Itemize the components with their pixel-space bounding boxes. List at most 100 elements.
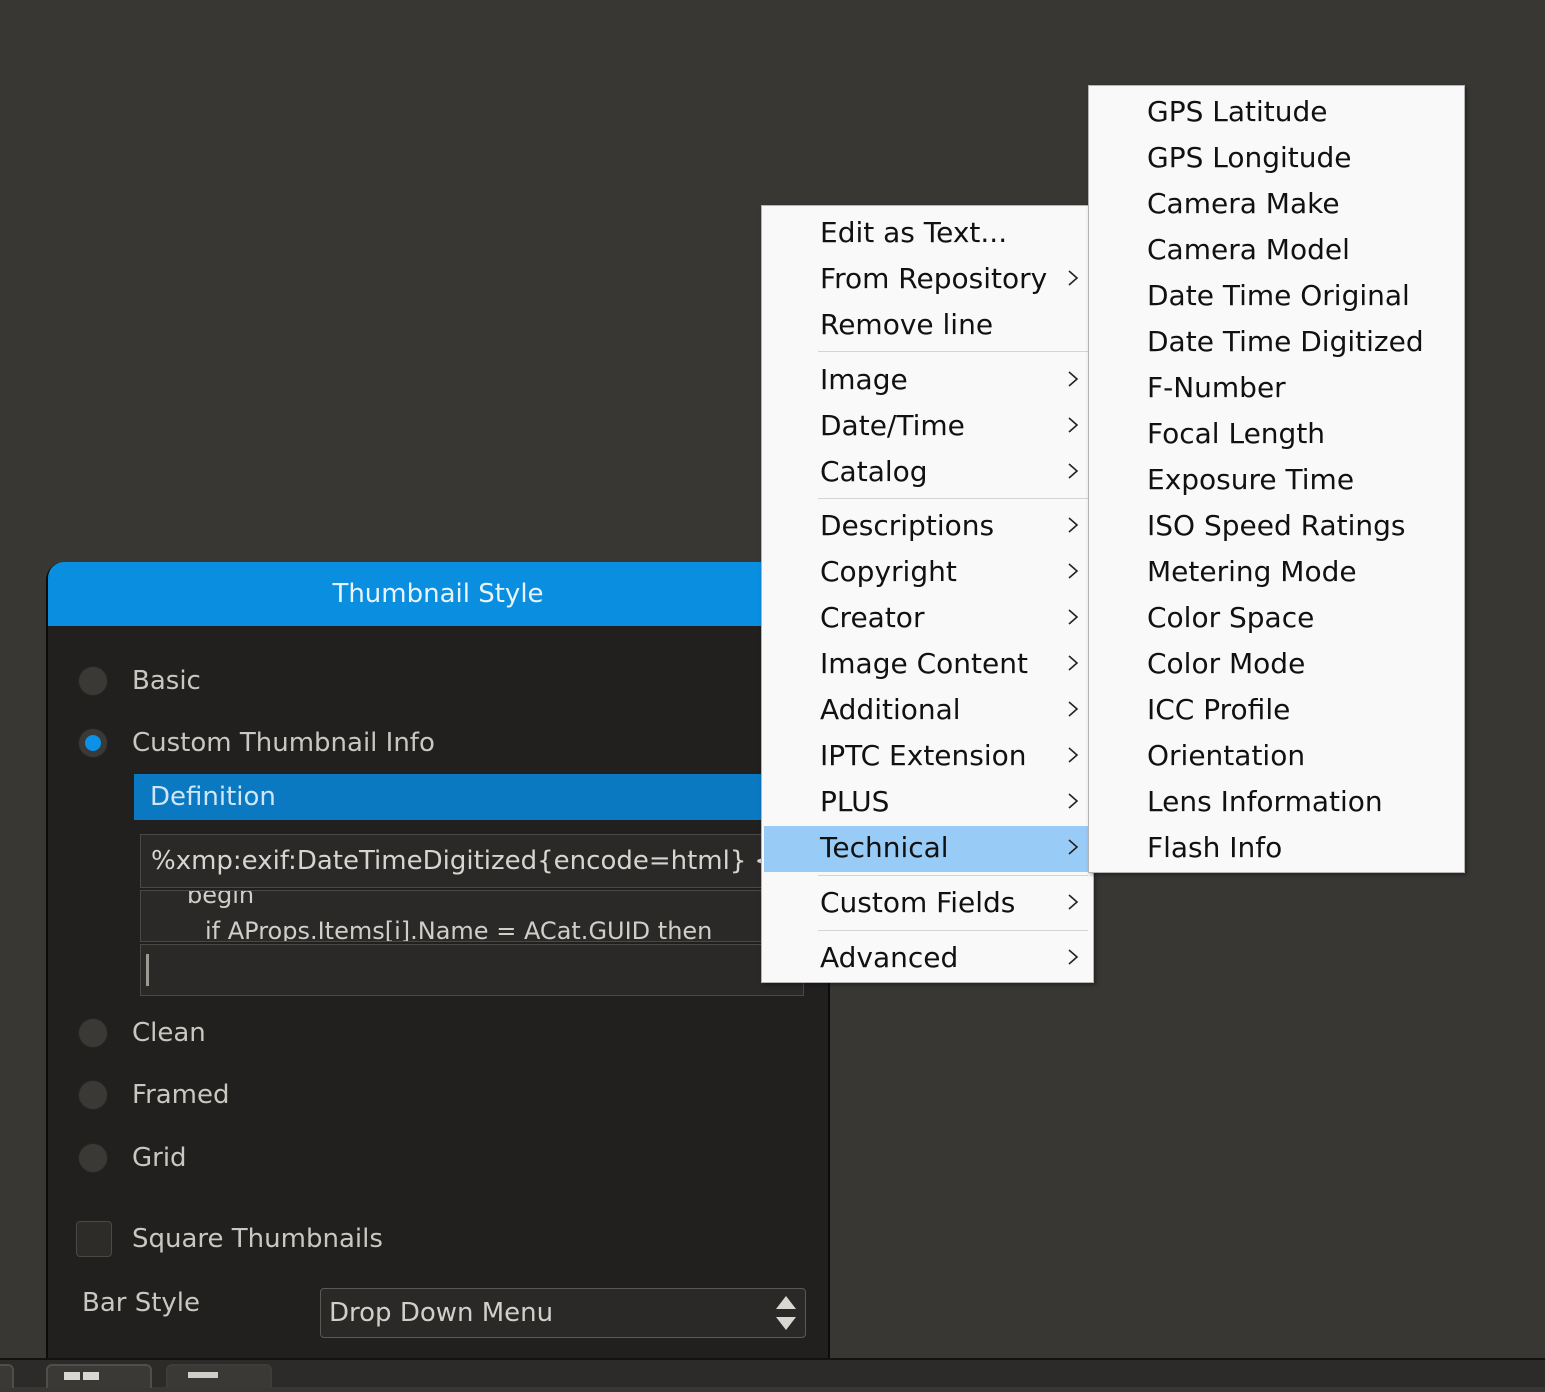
chevron-right-icon bbox=[1068, 793, 1079, 809]
chevron-right-icon bbox=[1068, 701, 1079, 717]
submenu-item-exposure-time[interactable]: Exposure Time bbox=[1147, 463, 1354, 496]
submenu-item-date-time-original[interactable]: Date Time Original bbox=[1147, 279, 1410, 312]
chevron-right-icon bbox=[1068, 270, 1079, 286]
bottom-toolbar bbox=[0, 1358, 1545, 1388]
chevron-right-icon bbox=[1068, 655, 1079, 671]
menu-separator bbox=[818, 875, 1088, 876]
submenu-item-color-mode[interactable]: Color Mode bbox=[1147, 647, 1305, 680]
menu-item-image[interactable]: Image bbox=[764, 358, 1089, 404]
submenu-item-flash-info[interactable]: Flash Info bbox=[1147, 831, 1282, 864]
menu-item-date-time[interactable]: Date/Time bbox=[764, 404, 1089, 450]
code-line: begin bbox=[187, 890, 255, 909]
chevron-right-icon bbox=[1068, 463, 1079, 479]
toolbar-tab-list[interactable] bbox=[166, 1364, 272, 1388]
radio-button-selected[interactable] bbox=[78, 728, 108, 758]
definition-code-preview[interactable]: begin if AProps.Items[i].Name = ACat.GUI… bbox=[140, 890, 804, 942]
menu-item-label: Additional bbox=[820, 693, 961, 726]
menu-item-advanced[interactable]: Advanced bbox=[764, 936, 1089, 982]
toolbar-tab[interactable] bbox=[0, 1364, 14, 1388]
menu-item-label: Custom Fields bbox=[820, 886, 1016, 919]
submenu-item-color-space[interactable]: Color Space bbox=[1147, 601, 1314, 634]
submenu-item-camera-model[interactable]: Camera Model bbox=[1147, 233, 1350, 266]
submenu-item-date-time-digitized[interactable]: Date Time Digitized bbox=[1147, 325, 1424, 358]
menu-item-label: Image Content bbox=[820, 647, 1028, 680]
submenu-item-gps-latitude[interactable]: GPS Latitude bbox=[1147, 95, 1328, 128]
context-menu: Edit as Text... From Repository Remove l… bbox=[761, 205, 1094, 983]
code-line: if AProps.Items[i].Name = ACat.GUID then bbox=[205, 917, 713, 942]
menu-item-label: Creator bbox=[820, 601, 925, 634]
menu-separator bbox=[818, 351, 1088, 352]
menu-item-label: Image bbox=[820, 363, 908, 396]
chevron-right-icon bbox=[1068, 417, 1079, 433]
style-option-basic[interactable]: Basic bbox=[78, 663, 201, 699]
menu-item-label: IPTC Extension bbox=[820, 739, 1027, 772]
up-down-arrows-icon bbox=[776, 1296, 796, 1330]
square-thumbnails-option[interactable]: Square Thumbnails bbox=[76, 1220, 383, 1258]
panel-title: Thumbnail Style bbox=[48, 562, 828, 626]
definition-input[interactable] bbox=[140, 944, 804, 996]
menu-item-image-content[interactable]: Image Content bbox=[764, 642, 1089, 688]
menu-item-label: Catalog bbox=[820, 455, 928, 488]
menu-item-label: Date/Time bbox=[820, 409, 965, 442]
submenu-item-orientation[interactable]: Orientation bbox=[1147, 739, 1305, 772]
menu-item-label: From Repository bbox=[820, 262, 1048, 295]
submenu-item-gps-longitude[interactable]: GPS Longitude bbox=[1147, 141, 1352, 174]
menu-item-plus[interactable]: PLUS bbox=[764, 780, 1089, 826]
radio-button[interactable] bbox=[78, 666, 108, 696]
square-thumbnails-checkbox[interactable] bbox=[76, 1221, 112, 1257]
menu-item-additional[interactable]: Additional bbox=[764, 688, 1089, 734]
menu-item-label: Advanced bbox=[820, 941, 959, 974]
menu-item-descriptions[interactable]: Descriptions bbox=[764, 504, 1089, 550]
style-option-label: Framed bbox=[132, 1080, 230, 1110]
submenu-item-focal-length[interactable]: Focal Length bbox=[1147, 417, 1325, 450]
menu-item-label: PLUS bbox=[820, 785, 890, 818]
style-option-grid[interactable]: Grid bbox=[78, 1140, 187, 1176]
style-option-custom-thumbnail-info[interactable]: Custom Thumbnail Info bbox=[78, 725, 435, 761]
menu-item-from-repository[interactable]: From Repository bbox=[764, 257, 1089, 303]
style-option-label: Custom Thumbnail Info bbox=[132, 728, 435, 758]
radio-button[interactable] bbox=[78, 1018, 108, 1048]
menu-item-copyright[interactable]: Copyright bbox=[764, 550, 1089, 596]
chevron-right-icon bbox=[1068, 747, 1079, 763]
bar-style-label: Bar Style bbox=[82, 1288, 201, 1318]
style-option-clean[interactable]: Clean bbox=[78, 1015, 206, 1051]
submenu-item-f-number[interactable]: F-Number bbox=[1147, 371, 1286, 404]
menu-item-technical[interactable]: Technical bbox=[764, 826, 1089, 872]
menu-item-iptc-extension[interactable]: IPTC Extension bbox=[764, 734, 1089, 780]
chevron-right-icon bbox=[1068, 563, 1079, 579]
chevron-right-icon bbox=[1068, 371, 1079, 387]
menu-separator bbox=[818, 498, 1088, 499]
style-option-framed[interactable]: Framed bbox=[78, 1077, 230, 1113]
definition-header: Definition bbox=[134, 774, 834, 820]
radio-button[interactable] bbox=[78, 1080, 108, 1110]
bar-style-value: Drop Down Menu bbox=[329, 1298, 554, 1328]
chevron-right-icon bbox=[1068, 949, 1079, 965]
definition-line[interactable]: %xmp:exif:DateTimeDigitized{encode=html}… bbox=[140, 834, 804, 888]
technical-submenu: GPS Latitude GPS Longitude Camera Make C… bbox=[1088, 85, 1465, 873]
chevron-right-icon bbox=[1068, 517, 1079, 533]
list-view-icon bbox=[188, 1372, 218, 1378]
menu-item-label: Descriptions bbox=[820, 509, 995, 542]
submenu-item-lens-information[interactable]: Lens Information bbox=[1147, 785, 1383, 818]
submenu-item-iso-speed-ratings[interactable]: ISO Speed Ratings bbox=[1147, 509, 1406, 542]
menu-item-catalog[interactable]: Catalog bbox=[764, 450, 1089, 496]
radio-button[interactable] bbox=[78, 1143, 108, 1173]
submenu-item-icc-profile[interactable]: ICC Profile bbox=[1147, 693, 1290, 726]
square-thumbnails-label: Square Thumbnails bbox=[132, 1224, 383, 1254]
style-option-label: Basic bbox=[132, 666, 201, 696]
menu-item-edit-as-text[interactable]: Edit as Text... bbox=[764, 211, 1089, 257]
menu-item-label: Technical bbox=[820, 831, 949, 864]
submenu-item-camera-make[interactable]: Camera Make bbox=[1147, 187, 1340, 220]
menu-item-label: Remove line bbox=[820, 308, 994, 341]
menu-separator bbox=[818, 930, 1088, 931]
grid-view-icon bbox=[64, 1372, 99, 1380]
menu-item-creator[interactable]: Creator bbox=[764, 596, 1089, 642]
bar-style-select[interactable]: Drop Down Menu bbox=[320, 1288, 806, 1338]
menu-item-custom-fields[interactable]: Custom Fields bbox=[764, 881, 1089, 927]
toolbar-tab-grid[interactable] bbox=[46, 1364, 152, 1388]
style-option-label: Clean bbox=[132, 1018, 206, 1048]
menu-item-remove-line[interactable]: Remove line bbox=[764, 303, 1089, 349]
style-option-label: Grid bbox=[132, 1143, 187, 1173]
chevron-right-icon bbox=[1068, 839, 1079, 855]
submenu-item-metering-mode[interactable]: Metering Mode bbox=[1147, 555, 1357, 588]
